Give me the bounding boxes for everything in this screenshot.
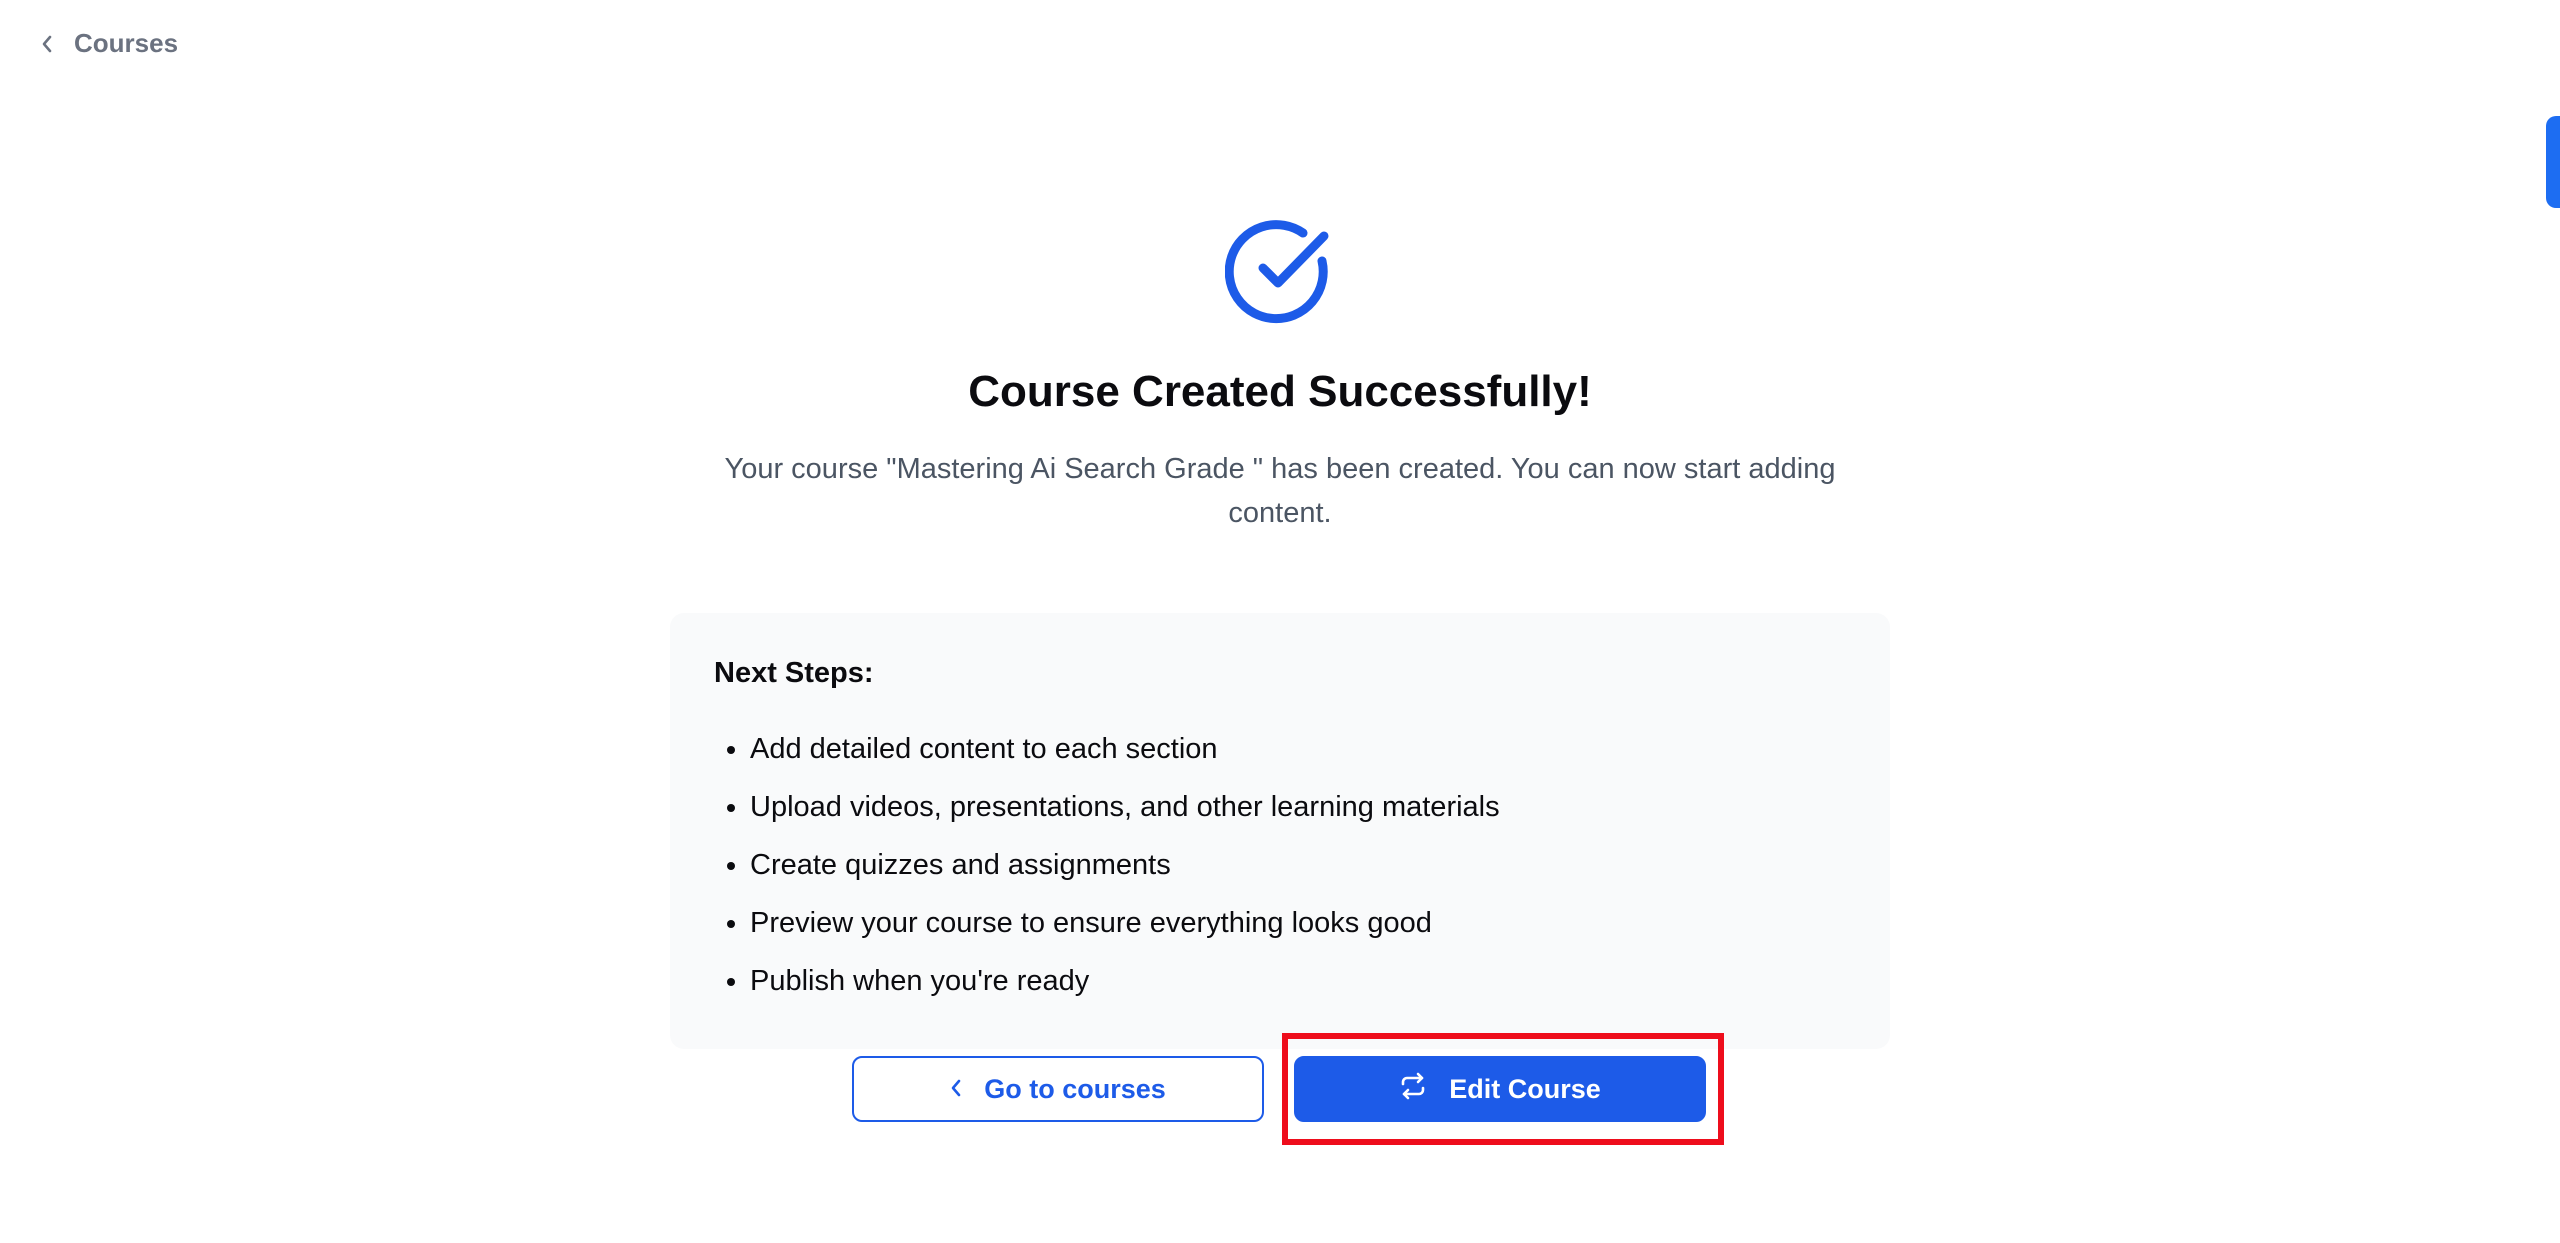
back-to-courses-link[interactable]: Courses — [40, 28, 178, 59]
course-created-page: Courses Course Created Successfully! You… — [0, 0, 2560, 1243]
go-to-courses-label: Go to courses — [984, 1073, 1166, 1104]
page-title: Course Created Successfully! — [968, 367, 1592, 416]
list-item: Upload videos, presentations, and other … — [750, 778, 1846, 836]
list-item: Create quizzes and assignments — [750, 836, 1846, 894]
check-circle-icon — [1224, 216, 1335, 331]
edit-course-button[interactable]: Edit Course — [1294, 1056, 1706, 1122]
next-steps-list: Add detailed content to each section Upl… — [714, 720, 1846, 1010]
list-item: Publish when you're ready — [750, 952, 1846, 1010]
edit-course-label: Edit Course — [1449, 1073, 1601, 1104]
list-item: Add detailed content to each section — [750, 720, 1846, 778]
success-panel: Course Created Successfully! Your course… — [0, 216, 2560, 1049]
action-buttons: Go to courses Edit Course — [852, 1056, 1706, 1122]
repeat-icon — [1399, 1072, 1427, 1107]
go-to-courses-button[interactable]: Go to courses — [852, 1056, 1264, 1122]
success-message: Your course "Mastering Ai Search Grade "… — [724, 453, 1836, 529]
scroll-tab[interactable] — [2546, 116, 2560, 208]
list-item: Preview your course to ensure everything… — [750, 894, 1846, 952]
next-steps-title: Next Steps: — [714, 657, 874, 689]
chevron-left-icon — [40, 33, 54, 55]
back-link-label: Courses — [74, 28, 179, 58]
next-steps-card: Next Steps: Add detailed content to each… — [670, 613, 1890, 1049]
chevron-left-icon — [950, 1074, 962, 1105]
